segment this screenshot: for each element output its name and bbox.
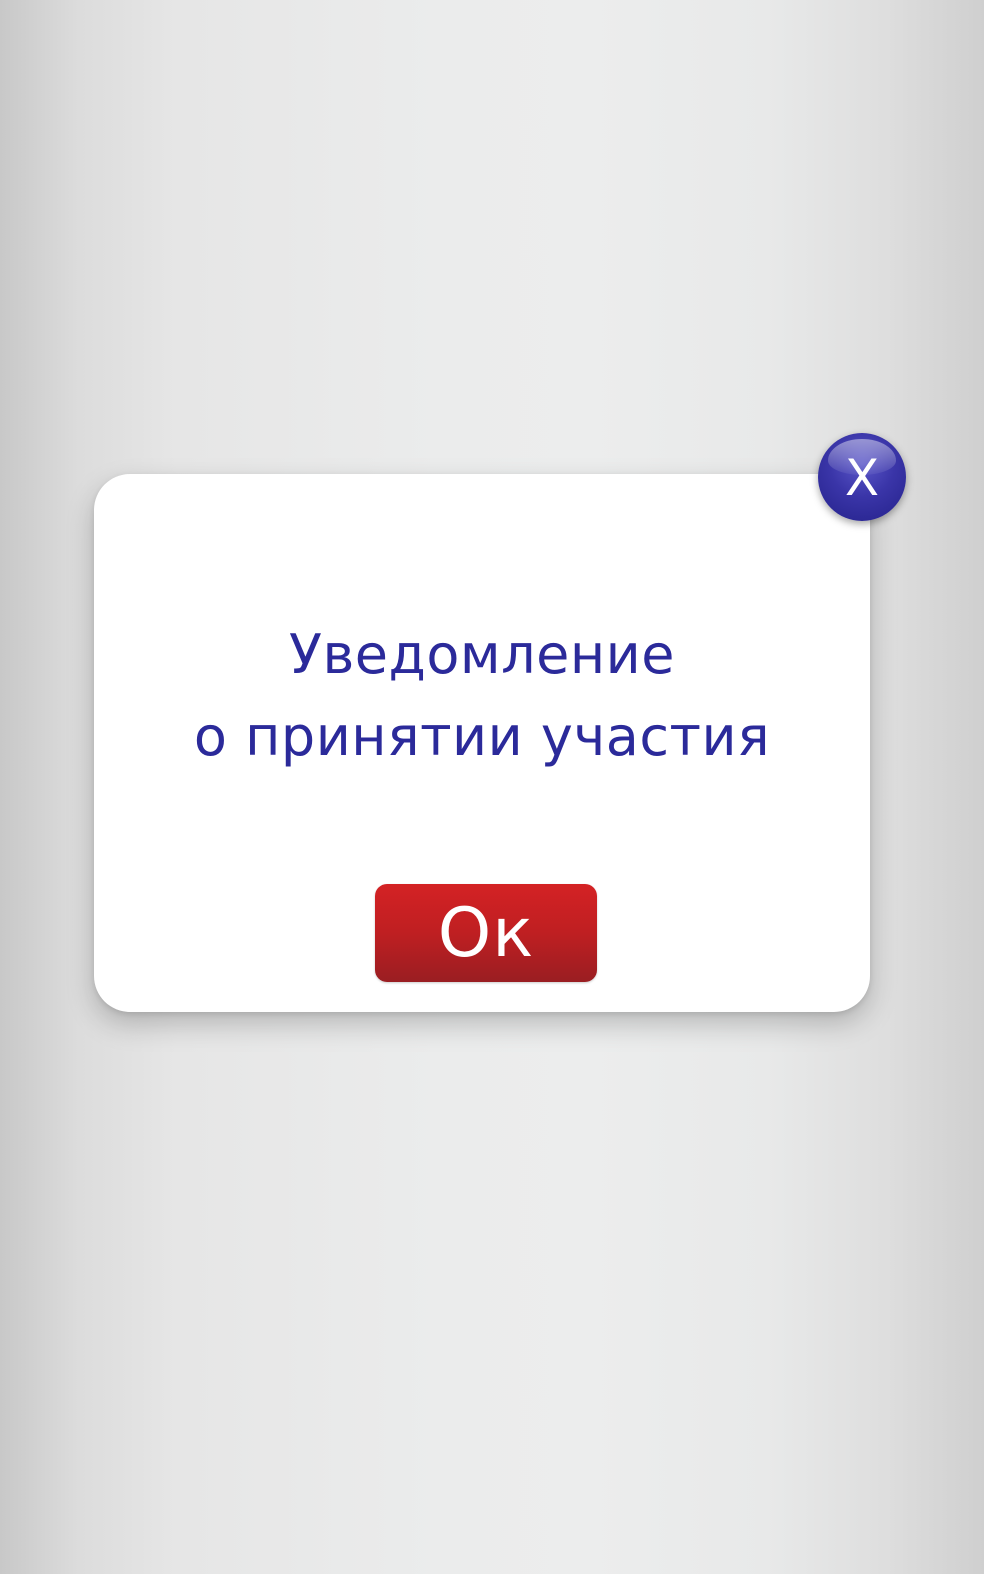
dialog-title: Уведомление о принятии участия [94, 614, 870, 778]
close-button[interactable]: X [818, 433, 906, 521]
close-icon: X [844, 449, 880, 507]
dialog-title-line1: Уведомление [289, 623, 675, 686]
notification-dialog: Уведомление о принятии участия Ок [94, 474, 870, 1012]
ok-button[interactable]: Ок [375, 884, 597, 982]
dialog-title-line2: о принятии участия [193, 705, 771, 768]
